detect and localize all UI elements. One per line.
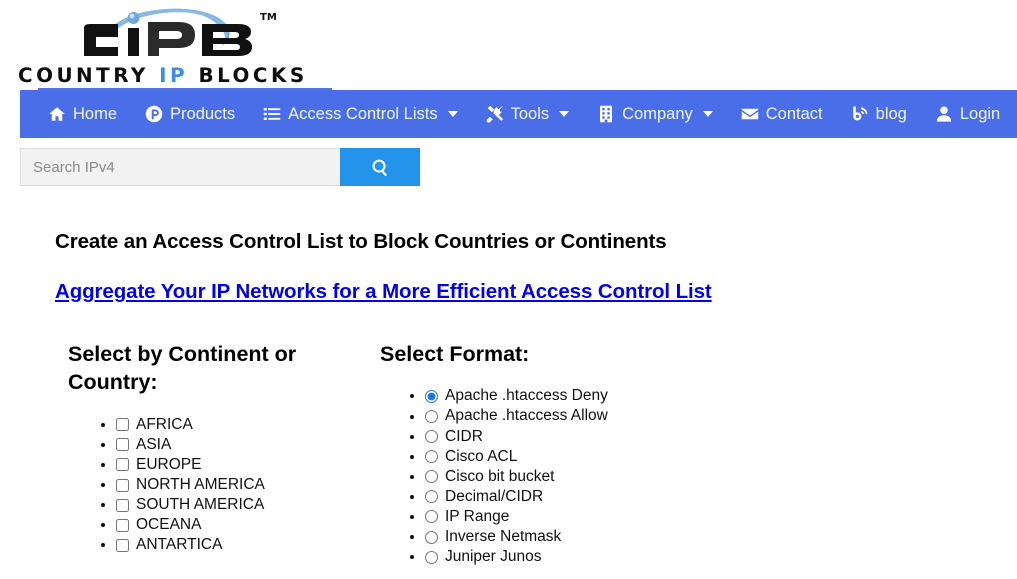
- nav-label-contact: Contact: [765, 104, 823, 123]
- site-header: TM COUNTRY IP BLOCKS: [0, 0, 1017, 92]
- format-radio[interactable]: [425, 470, 438, 484]
- continent-heading: Select by Continent or Country:: [68, 342, 297, 395]
- format-list-item: Cisco ACL: [425, 447, 935, 467]
- chevron-down-icon: [447, 111, 458, 117]
- format-list-item: CIDR: [425, 427, 935, 447]
- product-hunt-icon: [145, 105, 163, 123]
- continent-list-item: ANTARTICA: [116, 535, 375, 555]
- envelope-icon: [741, 105, 759, 123]
- nav-label-home: Home: [73, 104, 118, 123]
- continent-checkbox[interactable]: [116, 418, 129, 432]
- nav-label-access-control-lists: Access Control Lists: [288, 104, 438, 123]
- format-radio[interactable]: [425, 430, 438, 444]
- continent-label[interactable]: AFRICA: [136, 415, 193, 435]
- format-radio[interactable]: [425, 550, 438, 564]
- continent-label[interactable]: OCEANA: [136, 515, 201, 535]
- nav-label-company: Company: [622, 104, 693, 123]
- format-radio[interactable]: [425, 450, 438, 464]
- format-list-item: IP Range: [425, 507, 935, 527]
- aggregate-networks-link[interactable]: Aggregate Your IP Networks for a More Ef…: [55, 280, 712, 304]
- blogger-rss-icon: [851, 105, 869, 123]
- search-bar: [20, 148, 420, 186]
- format-label[interactable]: Juniper Junos: [445, 547, 542, 567]
- cipb-logo-icon: TM: [80, 4, 280, 62]
- nav-item-access-control-lists[interactable]: Access Control Lists: [249, 90, 471, 138]
- format-label[interactable]: Cisco bit bucket: [445, 467, 554, 487]
- continent-list-item: OCEANA: [116, 515, 375, 535]
- format-list-item: Apache .htaccess Deny: [425, 386, 935, 406]
- search-input[interactable]: [20, 148, 340, 186]
- format-label[interactable]: Apache .htaccess Allow: [445, 406, 608, 426]
- format-radio[interactable]: [425, 409, 438, 423]
- svg-text:TM: TM: [260, 12, 277, 23]
- continent-label[interactable]: ASIA: [136, 435, 171, 455]
- format-radio[interactable]: [425, 490, 438, 504]
- format-list-item: Apache .htaccess Allow: [425, 406, 935, 426]
- nav-label-login: Login: [959, 104, 1001, 123]
- continent-checkbox-list: AFRICAASIAEUROPENORTH AMERICASOUTH AMERI…: [68, 415, 375, 556]
- list-icon: [263, 105, 281, 123]
- format-radio[interactable]: [425, 389, 438, 403]
- continent-checkbox[interactable]: [116, 538, 129, 552]
- continent-list-item: AFRICA: [116, 415, 375, 435]
- chevron-down-icon: [702, 111, 713, 117]
- nav-label-blog: blog: [875, 104, 907, 123]
- wordmark-ip: IP: [159, 64, 189, 87]
- format-list-item: Juniper Junos: [425, 547, 935, 567]
- wordmark-country: COUNTRY: [18, 64, 160, 87]
- format-list-item: Decimal/CIDR: [425, 487, 935, 507]
- nav-item-home[interactable]: Home: [34, 90, 131, 138]
- continent-checkbox[interactable]: [116, 458, 129, 472]
- continent-label[interactable]: ANTARTICA: [136, 535, 222, 555]
- search-icon: [371, 158, 390, 177]
- format-label[interactable]: IP Range: [445, 507, 509, 527]
- format-label[interactable]: Cisco ACL: [445, 447, 517, 467]
- home-icon: [48, 105, 66, 123]
- main-content: Create an Access Control List to Block C…: [0, 200, 1017, 567]
- continent-list-item: ASIA: [116, 435, 375, 455]
- continent-checkbox[interactable]: [116, 498, 129, 512]
- format-column: Select Format: Apache .htaccess DenyApac…: [375, 340, 935, 567]
- nav-item-tools[interactable]: Tools: [472, 90, 584, 138]
- continent-list-item: NORTH AMERICA: [116, 475, 375, 495]
- continent-column: Select by Continent or Country: AFRICAAS…: [0, 340, 375, 567]
- continent-label[interactable]: EUROPE: [136, 455, 201, 475]
- nav-item-company[interactable]: Company: [583, 90, 727, 138]
- search-button[interactable]: [340, 148, 420, 186]
- tools-icon: [486, 105, 504, 123]
- nav-item-login[interactable]: Login: [921, 90, 1014, 138]
- site-logo[interactable]: TM COUNTRY IP BLOCKS: [18, 2, 332, 92]
- continent-checkbox[interactable]: [116, 478, 129, 492]
- nav-item-blog[interactable]: blog: [837, 90, 921, 138]
- building-icon: [597, 105, 615, 123]
- format-radio[interactable]: [425, 510, 438, 524]
- logo-wordmark: COUNTRY IP BLOCKS: [18, 64, 330, 87]
- format-heading: Select Format:: [380, 342, 530, 366]
- format-label[interactable]: Inverse Netmask: [445, 527, 561, 547]
- format-label[interactable]: Apache .htaccess Deny: [445, 386, 608, 406]
- nav-item-contact[interactable]: Contact: [727, 90, 837, 138]
- continent-label[interactable]: NORTH AMERICA: [136, 475, 265, 495]
- continent-list-item: SOUTH AMERICA: [116, 495, 375, 515]
- wordmark-blocks: BLOCKS: [188, 64, 308, 87]
- main-navigation: Home Products Access Control Lists Tools…: [20, 90, 1017, 138]
- format-radio[interactable]: [425, 530, 438, 544]
- chevron-down-icon: [559, 111, 570, 117]
- nav-item-products[interactable]: Products: [131, 90, 249, 138]
- user-icon: [935, 105, 953, 123]
- selection-columns: Select by Continent or Country: AFRICAAS…: [0, 340, 1017, 567]
- continent-checkbox[interactable]: [116, 438, 129, 452]
- continent-list-item: EUROPE: [116, 455, 375, 475]
- continent-checkbox[interactable]: [116, 518, 129, 532]
- format-radio-list: Apache .htaccess DenyApache .htaccess Al…: [380, 386, 935, 567]
- page-title: Create an Access Control List to Block C…: [55, 230, 667, 253]
- format-label[interactable]: CIDR: [445, 427, 483, 447]
- nav-label-products: Products: [170, 104, 236, 123]
- nav-label-tools: Tools: [510, 104, 550, 123]
- format-list-item: Inverse Netmask: [425, 527, 935, 547]
- format-label[interactable]: Decimal/CIDR: [445, 487, 543, 507]
- continent-label[interactable]: SOUTH AMERICA: [136, 495, 264, 515]
- format-list-item: Cisco bit bucket: [425, 467, 935, 487]
